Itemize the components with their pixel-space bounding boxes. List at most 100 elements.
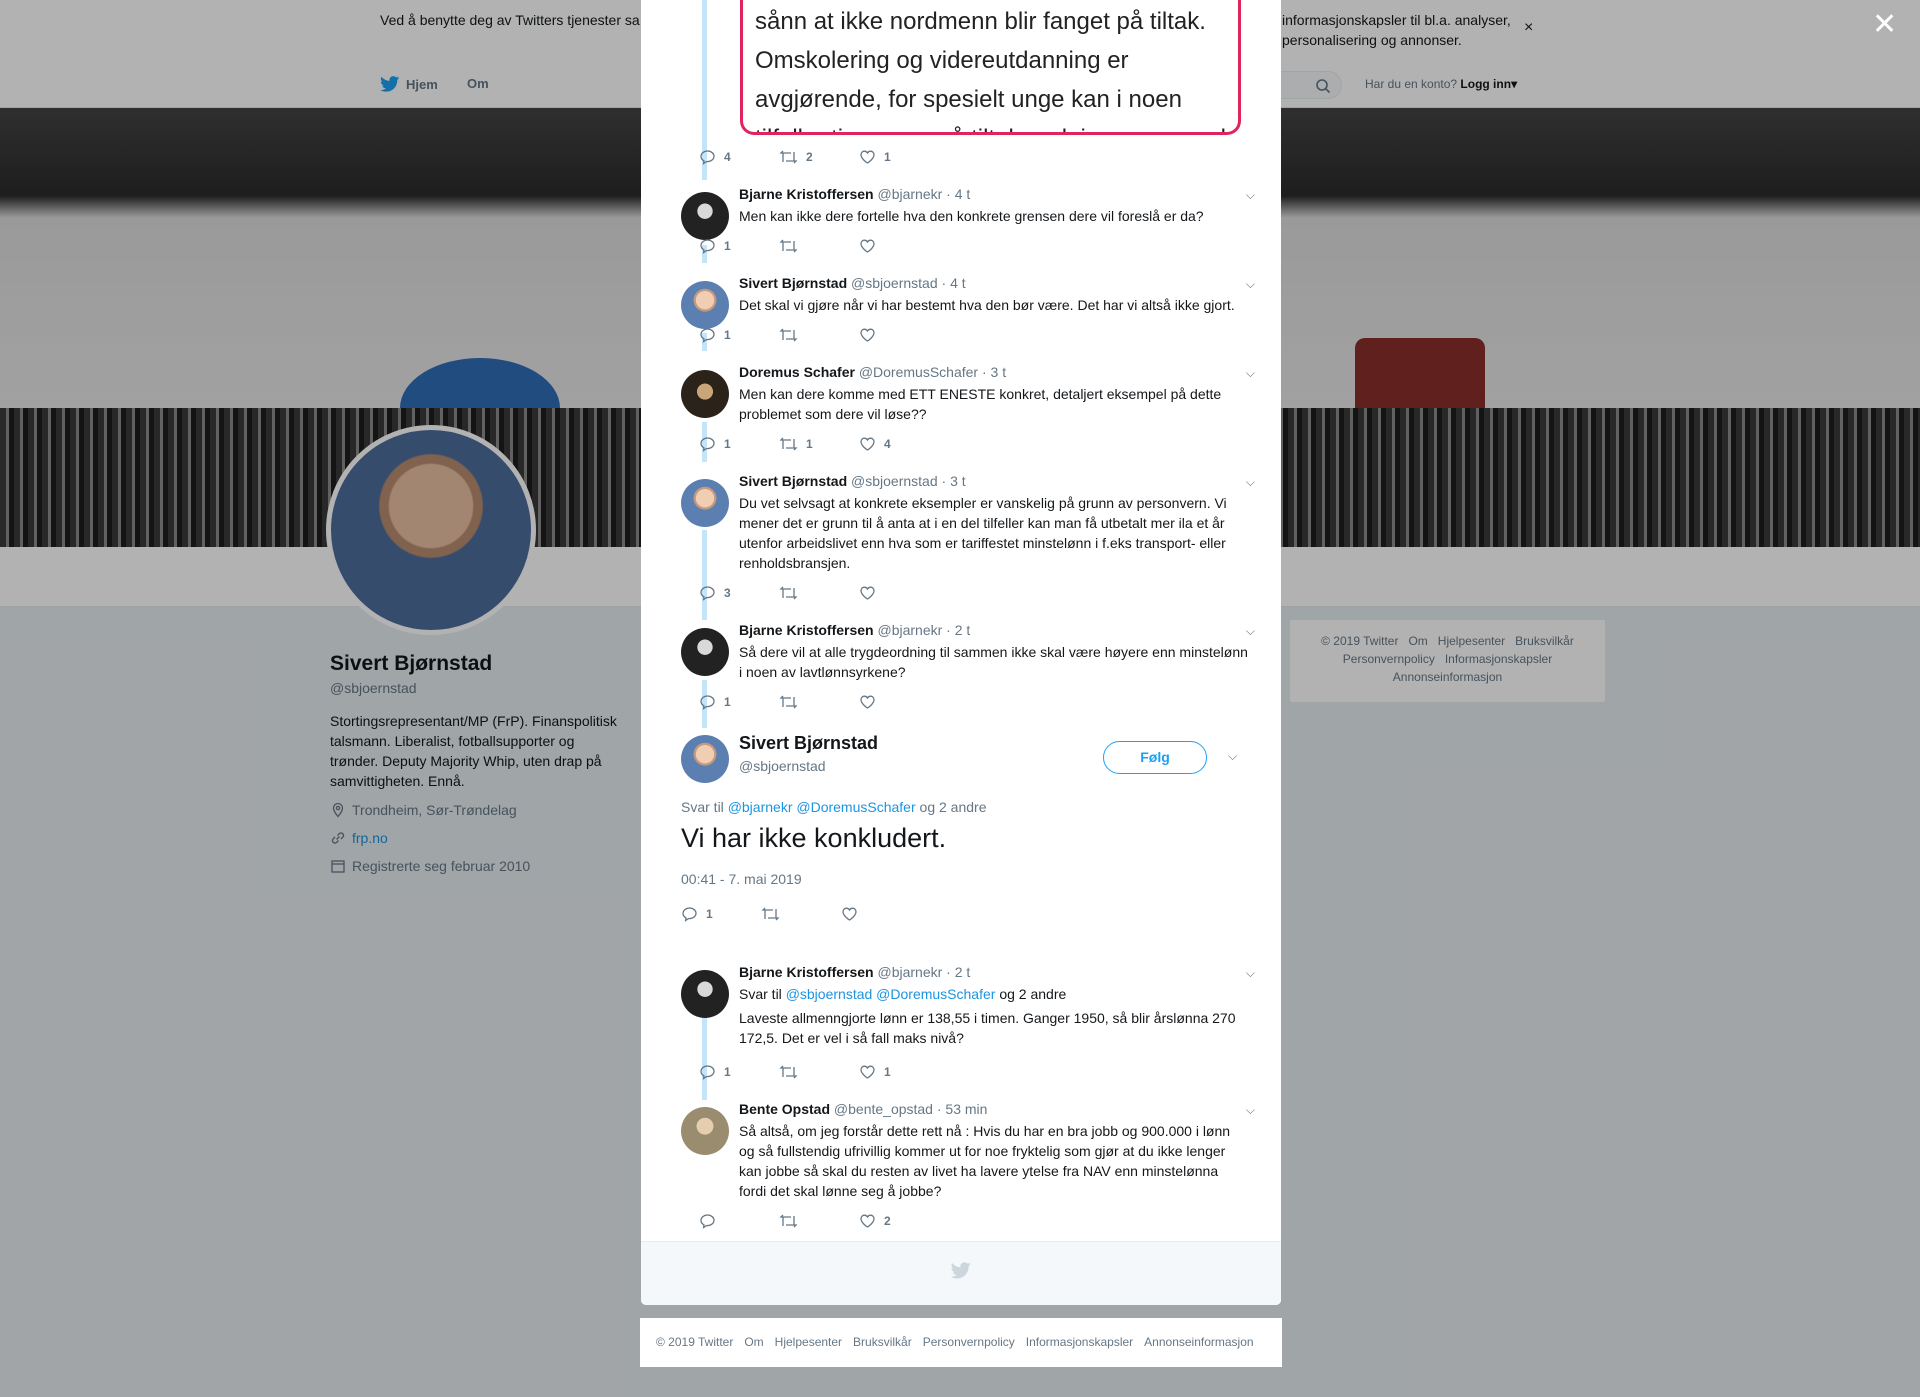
mention-link[interactable]: @DoremusSchafer <box>876 986 995 1002</box>
like-button[interactable]: 2 <box>859 1213 939 1229</box>
tweet-author-handle[interactable]: @DoremusSchafer <box>859 364 978 380</box>
footer-link[interactable]: Om <box>744 1335 763 1349</box>
chevron-down-icon[interactable]: ⌵ <box>1246 1103 1255 1118</box>
main-tweet-author-handle[interactable]: @sbjoernstad <box>739 758 826 774</box>
reply-suffix[interactable]: og 2 andre <box>920 799 987 815</box>
twitter-bird-icon <box>951 1262 971 1279</box>
tweet-text: Så altså, om jeg forstår dette rett nå :… <box>739 1123 1231 1199</box>
tweet-time[interactable]: · 2 t <box>946 964 970 980</box>
retweet-button[interactable] <box>779 1213 859 1229</box>
chevron-down-icon[interactable]: ⌵ <box>1246 188 1255 203</box>
retweet-button[interactable] <box>761 906 841 922</box>
retweet-button[interactable] <box>779 1064 859 1080</box>
retweet-button[interactable] <box>779 238 859 254</box>
retweet-icon <box>779 1065 798 1079</box>
main-tweet-author-name[interactable]: Sivert Bjørnstad <box>739 733 878 754</box>
retweet-icon <box>779 1214 798 1228</box>
reply-suffix[interactable]: og 2 andre <box>999 986 1066 1002</box>
reply-button[interactable]: 1 <box>699 238 779 254</box>
like-button[interactable]: 1 <box>859 1064 939 1080</box>
modal-close-button[interactable]: ✕ <box>1872 10 1897 40</box>
avatar[interactable] <box>681 479 729 527</box>
footer-link[interactable]: Annonseinformasjon <box>1144 1335 1253 1349</box>
retweet-button[interactable]: 1 <box>779 436 859 452</box>
chevron-down-icon[interactable]: ⌵ <box>1246 277 1255 292</box>
tweet-time[interactable]: · 4 t <box>942 275 966 291</box>
footer-link[interactable]: Informasjonskapsler <box>1026 1335 1133 1349</box>
follow-button[interactable]: Følg <box>1103 741 1207 774</box>
avatar[interactable] <box>681 370 729 418</box>
tweet-image[interactable]: sånn at ikke nordmenn blir fanget på til… <box>740 0 1241 135</box>
reply-button[interactable] <box>699 1213 779 1229</box>
retweet-button[interactable] <box>779 694 859 710</box>
avatar[interactable] <box>681 628 729 676</box>
heart-icon <box>860 328 875 342</box>
mention-link[interactable]: @bjarnekr <box>728 799 793 815</box>
tweet-actions: 2 <box>699 1213 939 1229</box>
reply-button[interactable]: 1 <box>699 694 779 710</box>
like-button[interactable]: 4 <box>859 436 939 452</box>
tweet-author-handle[interactable]: @sbjoernstad <box>851 473 938 489</box>
retweet-icon <box>779 150 798 164</box>
avatar[interactable] <box>681 192 729 240</box>
avatar[interactable] <box>681 970 729 1018</box>
avatar[interactable] <box>681 1107 729 1155</box>
tweet-author-name[interactable]: Sivert Bjørnstad <box>739 275 847 291</box>
retweet-icon <box>779 239 798 253</box>
tweet-author-handle[interactable]: @bjarnekr <box>877 622 942 638</box>
chevron-down-icon[interactable]: ⌵ <box>1228 749 1237 764</box>
footer-link[interactable]: © 2019 Twitter <box>656 1335 733 1349</box>
reply-button[interactable]: 1 <box>699 327 779 343</box>
like-button[interactable] <box>859 694 939 710</box>
retweet-button[interactable] <box>779 327 859 343</box>
chevron-down-icon[interactable]: ⌵ <box>1246 366 1255 381</box>
footer-link[interactable]: Hjelpesenter <box>775 1335 842 1349</box>
avatar[interactable] <box>681 735 729 783</box>
retweet-button[interactable]: 2 <box>779 149 859 165</box>
tweet-time[interactable]: · 53 min <box>937 1101 988 1117</box>
tweet-author-name[interactable]: Doremus Schafer <box>739 364 855 380</box>
tweet-time[interactable]: · 2 t <box>946 622 970 638</box>
tweet-time[interactable]: · 4 t <box>946 186 970 202</box>
like-count: 2 <box>884 1214 891 1228</box>
like-button[interactable] <box>859 238 939 254</box>
mention-link[interactable]: @DoremusSchafer <box>796 799 915 815</box>
tweet-time[interactable]: · 3 t <box>982 364 1006 380</box>
tweet-header: Sivert Bjørnstad @sbjoernstad · 4 t <box>739 275 966 291</box>
reply-button[interactable]: 1 <box>681 906 761 922</box>
like-button[interactable] <box>859 585 939 601</box>
tweet-author-name[interactable]: Bente Opstad <box>739 1101 830 1117</box>
tweet-author-handle[interactable]: @bjarnekr <box>877 964 942 980</box>
tweet-author-name[interactable]: Bjarne Kristoffersen <box>739 186 874 202</box>
chevron-down-icon[interactable]: ⌵ <box>1246 475 1255 490</box>
footer-link[interactable]: Personvernpolicy <box>923 1335 1015 1349</box>
retweet-button[interactable] <box>779 585 859 601</box>
like-button[interactable]: 1 <box>859 149 939 165</box>
chevron-down-icon[interactable]: ⌵ <box>1246 966 1255 981</box>
chevron-down-icon[interactable]: ⌵ <box>1246 624 1255 639</box>
tweet-author-name[interactable]: Bjarne Kristoffersen <box>739 622 874 638</box>
tweet-actions: 1 <box>699 238 939 254</box>
tweet-author-name[interactable]: Bjarne Kristoffersen <box>739 964 874 980</box>
tweet-actions: 3 <box>699 585 939 601</box>
main-tweet-timestamp[interactable]: 00:41 - 7. mai 2019 <box>681 871 802 887</box>
like-count: 4 <box>884 437 891 451</box>
reply-icon <box>700 586 715 601</box>
like-count: 1 <box>884 1065 891 1079</box>
reply-button[interactable]: 1 <box>699 1064 779 1080</box>
reply-button[interactable]: 4 <box>699 149 779 165</box>
like-button[interactable] <box>859 327 939 343</box>
reply-button[interactable]: 3 <box>699 585 779 601</box>
tweet-time[interactable]: · 3 t <box>942 473 966 489</box>
tweet-author-handle[interactable]: @bente_opstad <box>834 1101 933 1117</box>
like-button[interactable] <box>841 906 921 922</box>
reply-button[interactable]: 1 <box>699 436 779 452</box>
reply-prefix: Svar til <box>739 986 782 1002</box>
tweet-author-handle[interactable]: @bjarnekr <box>877 186 942 202</box>
tweet-author-name[interactable]: Sivert Bjørnstad <box>739 473 847 489</box>
retweet-count: 2 <box>806 150 813 164</box>
mention-link[interactable]: @sbjoernstad <box>786 986 873 1002</box>
avatar[interactable] <box>681 281 729 329</box>
tweet-author-handle[interactable]: @sbjoernstad <box>851 275 938 291</box>
footer-link[interactable]: Bruksvilkår <box>853 1335 912 1349</box>
